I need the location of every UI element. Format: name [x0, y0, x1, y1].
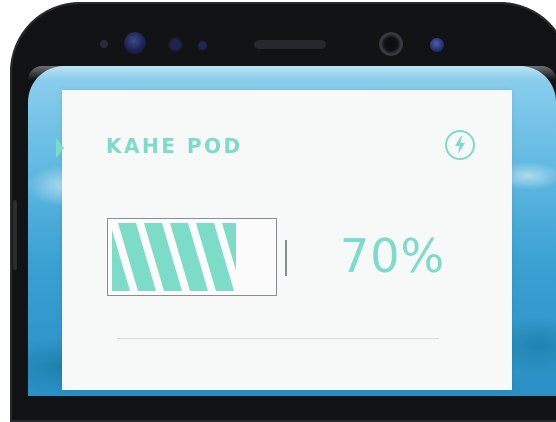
- battery-terminal: [285, 240, 287, 276]
- battery-percentage: 70%: [340, 229, 446, 283]
- screen-glare: [28, 66, 556, 80]
- status-led: [198, 41, 207, 50]
- phone-side-button: [13, 200, 17, 270]
- device-name: KAHE POD: [106, 134, 243, 158]
- proximity-sensor: [100, 40, 108, 48]
- card-pointer-icon: [56, 138, 64, 158]
- earpiece-speaker: [254, 40, 326, 49]
- battery-indicator: [107, 218, 277, 296]
- iris-camera: [430, 38, 444, 52]
- iris-scanner: [124, 32, 146, 54]
- divider: [117, 338, 439, 339]
- charge-button[interactable]: [445, 130, 475, 160]
- front-camera: [379, 32, 403, 56]
- battery-level-bars: [112, 223, 236, 291]
- lightning-bolt-icon: [455, 136, 465, 154]
- light-sensor: [170, 39, 181, 50]
